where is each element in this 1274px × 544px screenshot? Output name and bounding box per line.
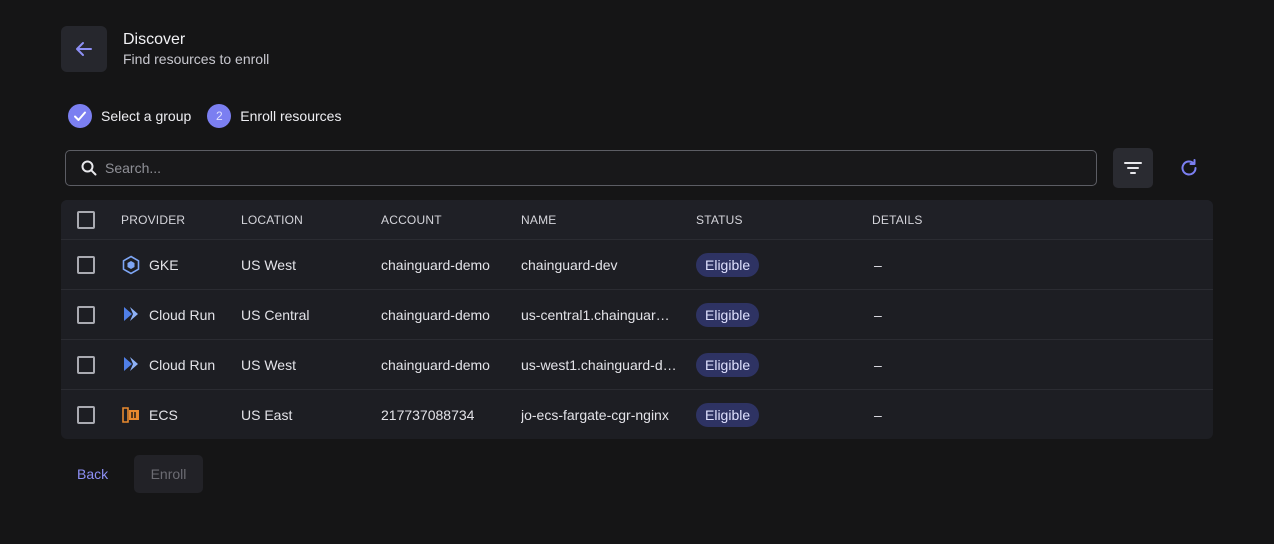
status-badge: Eligible	[696, 252, 760, 277]
location-cell: US West	[241, 256, 296, 273]
table-header-row: PROVIDER LOCATION ACCOUNT NAME STATUS DE…	[61, 200, 1213, 239]
row-checkbox[interactable]	[77, 405, 95, 424]
location-cell: US West	[241, 356, 296, 373]
status-badge: Eligible	[696, 302, 760, 327]
step-complete-check-icon	[68, 104, 92, 128]
status-badge: Eligible	[696, 402, 760, 427]
details-cell: –	[874, 356, 882, 373]
account-cell: chainguard-demo	[381, 356, 490, 373]
provider-name: ECS	[149, 406, 178, 423]
column-header[interactable]: ACCOUNT	[381, 200, 442, 239]
table-row[interactable]: ECS US East 217737088734 jo-ecs-fargate-…	[61, 389, 1213, 439]
account-cell: 217737088734	[381, 406, 475, 423]
refresh-icon	[1181, 159, 1197, 176]
column-header[interactable]: DETAILS	[872, 200, 923, 239]
status-badge: Eligible	[696, 352, 760, 377]
step-label: Enroll resources	[240, 108, 342, 124]
details-cell: –	[874, 306, 882, 323]
filter-button[interactable]	[1113, 148, 1153, 188]
resource-name-cell: chainguard-dev	[521, 256, 618, 273]
stepper: Select a group 2 Enroll resources	[68, 104, 357, 128]
search-box	[65, 150, 1097, 186]
ecs-icon	[121, 405, 141, 425]
arrow-left-icon	[76, 42, 92, 56]
step-select-group[interactable]: Select a group	[68, 104, 191, 128]
provider-name: GKE	[149, 256, 179, 273]
search-icon	[81, 160, 97, 176]
back-button[interactable]: Back	[77, 466, 108, 482]
filter-icon	[1124, 162, 1142, 174]
step-label: Select a group	[101, 108, 192, 124]
cloud-run-icon	[121, 305, 141, 325]
location-cell: US East	[241, 406, 293, 423]
step-enroll-resources[interactable]: 2 Enroll resources	[207, 104, 341, 128]
resource-name-cell: us-central1.chainguard-dev	[521, 306, 677, 323]
account-cell: chainguard-demo	[381, 256, 490, 273]
row-checkbox[interactable]	[77, 305, 95, 324]
table-row[interactable]: Cloud Run US Central chainguard-demo us-…	[61, 289, 1213, 339]
table-row[interactable]: Cloud Run US West chainguard-demo us-wes…	[61, 339, 1213, 389]
enroll-button[interactable]: Enroll	[134, 455, 203, 493]
column-header[interactable]: PROVIDER	[121, 200, 185, 239]
search-input[interactable]	[105, 160, 1085, 176]
resources-table: PROVIDER LOCATION ACCOUNT NAME STATUS DE…	[61, 200, 1213, 439]
row-checkbox[interactable]	[77, 255, 95, 274]
details-cell: –	[874, 256, 882, 273]
account-cell: chainguard-demo	[381, 306, 490, 323]
resource-name-cell: us-west1.chainguard-dev	[521, 356, 677, 373]
column-header[interactable]: STATUS	[696, 200, 743, 239]
resource-name-cell: jo-ecs-fargate-cgr-nginx	[521, 406, 669, 423]
provider-name: Cloud Run	[149, 356, 216, 373]
page-header: Discover Find resources to enroll	[61, 26, 269, 72]
page-subtitle: Find resources to enroll	[123, 51, 270, 67]
select-all-checkbox[interactable]	[77, 210, 95, 229]
column-header[interactable]: NAME	[521, 200, 677, 239]
table-row[interactable]: GKE US West chainguard-demo chainguard-d…	[61, 239, 1213, 289]
cloud-run-icon	[121, 355, 141, 375]
provider-name: Cloud Run	[149, 306, 216, 323]
gke-icon	[121, 255, 141, 275]
column-header[interactable]: LOCATION	[241, 200, 303, 239]
back-arrow-button[interactable]	[61, 26, 107, 72]
location-cell: US Central	[241, 306, 310, 323]
step-number: 2	[207, 104, 232, 128]
row-checkbox[interactable]	[77, 355, 95, 374]
details-cell: –	[874, 406, 882, 423]
page-title: Discover	[123, 31, 186, 48]
refresh-button[interactable]	[1169, 148, 1209, 188]
